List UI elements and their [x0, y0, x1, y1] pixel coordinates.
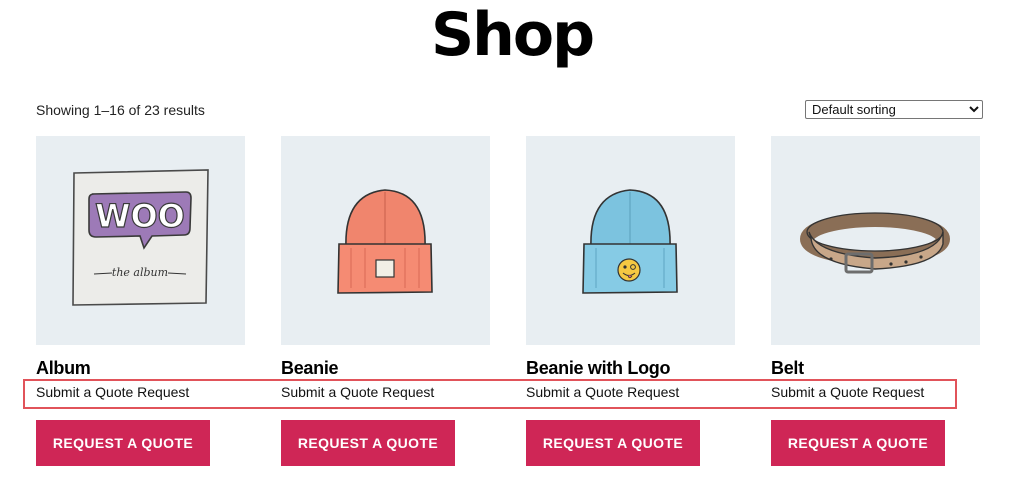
result-count: Showing 1–16 of 23 results: [36, 102, 205, 118]
product-card-album: WOO the album Album Submit a Quote Reque…: [36, 136, 245, 466]
album-logo-text: WOO: [95, 197, 185, 235]
beanie-icon[interactable]: [281, 136, 490, 345]
album-caption-text: the album: [112, 266, 168, 279]
request-quote-button[interactable]: REQUEST A QUOTE: [281, 420, 455, 466]
product-card-belt: Belt Submit a Quote Request REQUEST A QU…: [771, 136, 980, 466]
highlight-annotation-box: [23, 379, 957, 409]
request-quote-button[interactable]: REQUEST A QUOTE: [36, 420, 210, 466]
product-title[interactable]: Album: [36, 358, 245, 378]
product-title[interactable]: Belt: [771, 358, 980, 378]
belt-icon[interactable]: [771, 136, 980, 345]
request-quote-button[interactable]: REQUEST A QUOTE: [526, 420, 700, 466]
shop-page: Shop Showing 1–16 of 23 results Default …: [0, 0, 1024, 485]
product-card-beanie-with-logo: Beanie with Logo Submit a Quote Request …: [526, 136, 735, 466]
product-card-beanie: Beanie Submit a Quote Request REQUEST A …: [281, 136, 490, 466]
album-woo-icon[interactable]: WOO the album: [36, 136, 245, 345]
product-title[interactable]: Beanie with Logo: [526, 358, 735, 378]
sorting-select[interactable]: Default sorting: [805, 100, 983, 119]
request-quote-button[interactable]: REQUEST A QUOTE: [771, 420, 945, 466]
page-title: Shop: [430, 0, 595, 70]
beanie-with-logo-icon[interactable]: [526, 136, 735, 345]
product-title[interactable]: Beanie: [281, 358, 490, 378]
